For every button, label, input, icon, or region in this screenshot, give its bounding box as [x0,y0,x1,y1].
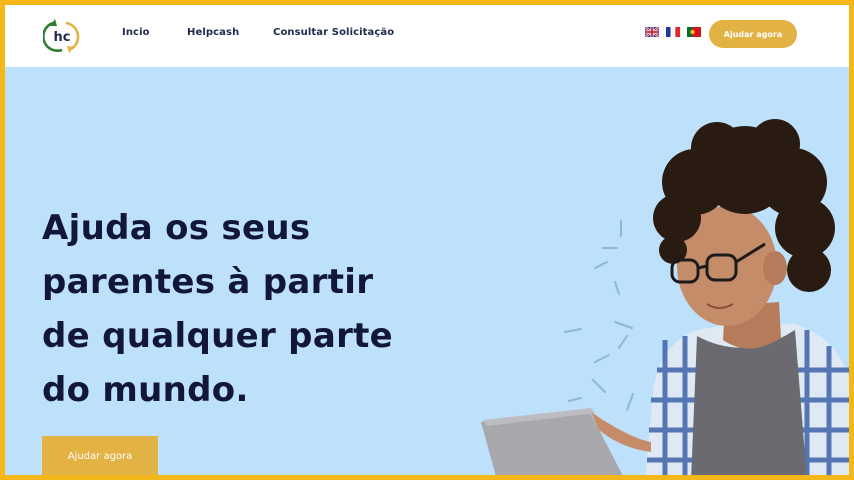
hero-title: Ajuda os seus parentes à partir de qualq… [42,201,482,417]
helpcash-logo-icon[interactable]: hc [43,17,81,55]
ajudar-agora-hero-button[interactable]: Ajudar agora [42,436,158,475]
hero-title-line: de qualquer parte [42,316,394,356]
hero-title-line: Ajuda os seus [42,208,311,248]
page-frame: hc Incio Helpcash Consultar Solicitação … [0,0,854,480]
logo-text: hc [54,30,71,45]
hero-title-line: do mundo. [42,370,249,410]
uk-flag-icon[interactable] [645,27,659,37]
france-flag-icon[interactable] [666,27,680,37]
nav-link-inicio[interactable]: Incio [122,27,150,38]
portugal-flag-icon[interactable] [687,27,701,37]
decorative-dashes [564,220,634,411]
nav-link-consultar-solicitacao[interactable]: Consultar Solicitação [273,27,394,38]
hero-person-image [481,119,849,475]
header: hc Incio Helpcash Consultar Solicitação … [5,5,849,67]
ajudar-agora-header-button[interactable]: Ajudar agora [709,20,797,48]
hero-title-line: parentes à partir [42,262,374,302]
nav-link-helpcash[interactable]: Helpcash [187,27,239,38]
